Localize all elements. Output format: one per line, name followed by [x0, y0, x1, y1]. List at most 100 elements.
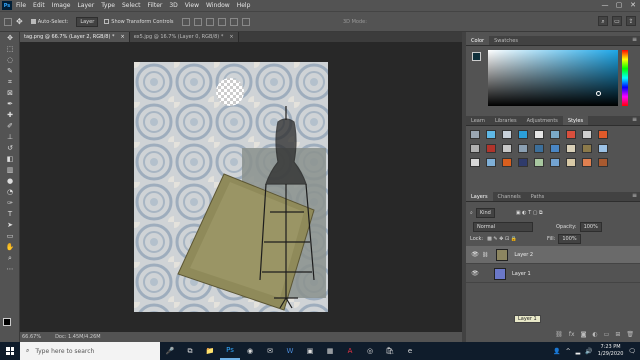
eyedropper-tool-icon[interactable]: ✒: [3, 99, 17, 109]
acrobat-icon[interactable]: A: [340, 342, 360, 360]
marquee-tool-icon[interactable]: ⬚: [3, 44, 17, 54]
blur-tool-icon[interactable]: ●: [3, 176, 17, 186]
style-swatch[interactable]: [486, 144, 496, 153]
visibility-eye-icon[interactable]: 👁: [470, 270, 480, 277]
style-swatch[interactable]: [582, 130, 592, 139]
align-bottom-icon[interactable]: [241, 17, 250, 26]
calculator-icon[interactable]: ▦: [320, 342, 340, 360]
tab-tag-png[interactable]: tag.png @ 66.7% (Layer 2, RGB/8) * ×: [20, 32, 130, 42]
link-layers-icon[interactable]: ⛓: [555, 331, 563, 338]
path-selection-tool-icon[interactable]: ➤: [3, 220, 17, 230]
style-swatch[interactable]: [534, 144, 544, 153]
menu-file[interactable]: File: [16, 2, 26, 9]
layer-row-layer-1[interactable]: 👁 Layer 1: [466, 265, 640, 283]
transform-controls-checkbox[interactable]: [104, 19, 110, 24]
zoom-level[interactable]: 66.67%: [22, 332, 41, 342]
align-top-icon[interactable]: [217, 17, 226, 26]
color-picker-cursor[interactable]: [596, 91, 601, 96]
chrome-icon[interactable]: ◉: [240, 342, 260, 360]
style-swatch[interactable]: [534, 130, 544, 139]
store-icon[interactable]: 🛍: [380, 342, 400, 360]
align-right-icon[interactable]: [205, 17, 214, 26]
panel-foreground-swatch[interactable]: [472, 52, 481, 61]
type-tool-icon[interactable]: T: [3, 209, 17, 219]
menu-window[interactable]: Window: [206, 2, 230, 9]
menu-filter[interactable]: Filter: [148, 2, 163, 9]
align-left-icon[interactable]: [181, 17, 190, 26]
layer-row-layer-2[interactable]: 👁 ⛓ Layer 2: [466, 246, 640, 264]
search-icon[interactable]: ⌕: [598, 16, 608, 26]
crop-tool-icon[interactable]: ⌗: [3, 77, 17, 87]
menu-edit[interactable]: Edit: [33, 2, 45, 9]
move-tool-icon[interactable]: ✥: [3, 33, 17, 43]
explorer-icon[interactable]: 📁: [200, 342, 220, 360]
tab-swatches[interactable]: Swatches: [489, 36, 523, 45]
adjustment-layer-icon[interactable]: ◐: [592, 331, 597, 338]
tab-color[interactable]: Color: [466, 36, 490, 45]
network-icon[interactable]: ▂: [576, 348, 581, 355]
tab-layers[interactable]: Layers: [466, 192, 493, 201]
quick-select-tool-icon[interactable]: ✎: [3, 66, 17, 76]
auto-select-checkbox[interactable]: [30, 19, 36, 24]
layer-mask-icon[interactable]: ◙: [581, 331, 587, 338]
zoom-tool-icon[interactable]: ⌕: [3, 253, 17, 263]
layer-style-icon[interactable]: fx: [569, 331, 575, 338]
pen-tool-icon[interactable]: ✑: [3, 198, 17, 208]
style-swatch[interactable]: [470, 144, 480, 153]
tab-ex5-jpg[interactable]: ex5.jpg @ 16.7% (Layer 0, RGB/8) * ×: [129, 32, 239, 42]
edge-icon[interactable]: e: [400, 342, 420, 360]
color-picker-field[interactable]: [488, 50, 618, 106]
layer-name[interactable]: Layer 2: [514, 252, 533, 258]
task-view-icon[interactable]: ⧉: [180, 342, 200, 360]
style-swatch[interactable]: [502, 144, 512, 153]
share-icon[interactable]: ⇪: [626, 16, 636, 26]
auto-select-dropdown[interactable]: Layer: [76, 16, 99, 27]
dodge-tool-icon[interactable]: ◔: [3, 187, 17, 197]
style-swatch[interactable]: [502, 158, 512, 167]
tab-channels[interactable]: Channels: [493, 192, 526, 201]
filter-pixel-icon[interactable]: ▣ ◐ T ▢ ⧉: [516, 210, 543, 216]
layer-kind-dropdown[interactable]: Kind: [475, 208, 495, 218]
mail-icon[interactable]: ✉: [260, 342, 280, 360]
tab-paths[interactable]: Paths: [526, 192, 550, 201]
show-hidden-icons-icon[interactable]: ^: [566, 348, 571, 355]
gradient-tool-icon[interactable]: ▥: [3, 165, 17, 175]
frame-tool-icon[interactable]: ⊠: [3, 88, 17, 98]
tab-learn[interactable]: Learn: [466, 116, 490, 125]
tab-libraries[interactable]: Libraries: [490, 116, 522, 125]
notifications-icon[interactable]: 🗨: [628, 348, 636, 355]
style-swatch[interactable]: [470, 158, 480, 167]
microphone-icon[interactable]: 🎤: [160, 342, 180, 360]
maximize-button[interactable]: ▢: [612, 0, 626, 11]
style-swatch[interactable]: [566, 130, 576, 139]
volume-icon[interactable]: 🔊: [585, 348, 592, 355]
style-swatch[interactable]: [518, 158, 528, 167]
menu-select[interactable]: Select: [122, 2, 141, 9]
home-icon[interactable]: [4, 17, 12, 26]
more-tools-icon[interactable]: ⋯: [3, 264, 17, 274]
style-swatch[interactable]: [486, 130, 496, 139]
visibility-eye-icon[interactable]: 👁: [470, 251, 480, 258]
panel-menu-icon[interactable]: ≡: [632, 116, 637, 123]
panel-menu-icon[interactable]: ≡: [632, 36, 637, 43]
style-swatch[interactable]: [486, 158, 496, 167]
style-swatch[interactable]: [518, 130, 528, 139]
opacity-field[interactable]: 100%: [579, 222, 602, 232]
clock[interactable]: 7:23 PM 1/29/2020: [598, 344, 624, 358]
style-swatch[interactable]: [582, 144, 592, 153]
close-tab-icon[interactable]: ×: [120, 34, 124, 40]
lock-icons[interactable]: ▩ ✎ ✥ ⊡ 🔒: [487, 236, 517, 242]
rectangle-tool-icon[interactable]: ▭: [3, 231, 17, 241]
style-swatch[interactable]: [550, 158, 560, 167]
eraser-tool-icon[interactable]: ◧: [3, 154, 17, 164]
group-icon[interactable]: ▭: [604, 331, 610, 338]
align-middle-icon[interactable]: [229, 17, 238, 26]
new-layer-icon[interactable]: ⊞: [615, 331, 620, 338]
app-icon[interactable]: ▣: [300, 342, 320, 360]
menu-help[interactable]: Help: [237, 2, 251, 9]
delete-layer-icon[interactable]: 🗑: [626, 331, 634, 338]
fill-field[interactable]: 100%: [558, 234, 581, 244]
hue-slider[interactable]: [622, 50, 628, 106]
close-window-button[interactable]: ✕: [626, 0, 640, 11]
style-swatch[interactable]: [550, 130, 560, 139]
